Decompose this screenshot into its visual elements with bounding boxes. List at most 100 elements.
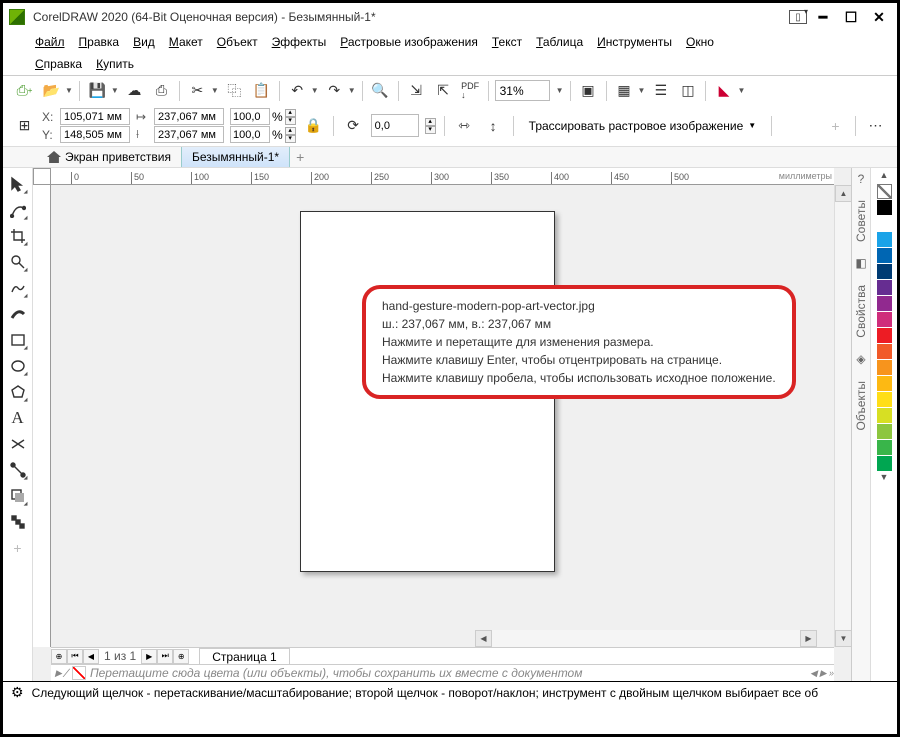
paste-button[interactable]: 📋 <box>250 79 273 102</box>
ruler-horizontal[interactable]: 0 50 100 150 200 250 300 350 400 450 500… <box>51 168 834 185</box>
redo-button[interactable]: ↷ <box>323 79 346 102</box>
pick-tool[interactable] <box>6 172 30 196</box>
scrollbar-vertical[interactable]: ▲ ▼ <box>834 185 851 647</box>
dynamic-guide-button[interactable]: ◫ <box>676 79 699 102</box>
new-button[interactable]: ⎙+ <box>13 79 36 102</box>
import-button[interactable]: ⇲ <box>405 79 428 102</box>
palette-up[interactable]: ▲ <box>880 170 889 184</box>
no-color-swatch[interactable] <box>72 666 86 680</box>
open-button[interactable]: 📂 <box>40 79 63 102</box>
zoom-tool[interactable] <box>6 250 30 274</box>
hints-docker-icon[interactable]: ? <box>855 172 868 185</box>
color-swatch[interactable] <box>877 456 892 471</box>
scale-y-input[interactable] <box>230 126 270 143</box>
mirror-h-button[interactable]: ⇿ <box>453 114 476 137</box>
search-button[interactable]: 🔍 <box>369 79 392 102</box>
color-swatch[interactable] <box>877 360 892 375</box>
objs-docker[interactable]: Объекты <box>854 378 868 434</box>
menu-file[interactable]: Файл <box>29 33 71 51</box>
parallel-dim-tool[interactable] <box>6 432 30 456</box>
crop-tool[interactable] <box>6 224 30 248</box>
lock-ratio-button[interactable]: 🔒 <box>302 114 325 137</box>
no-color[interactable] <box>877 184 892 199</box>
menu-layout[interactable]: Макет <box>163 33 209 51</box>
menu-window[interactable]: Окно <box>680 33 720 51</box>
close-button[interactable]: ✕ <box>867 8 891 26</box>
ellipse-tool[interactable] <box>6 354 30 378</box>
color-swatch[interactable] <box>877 376 892 391</box>
save-button[interactable]: 💾 <box>86 79 109 102</box>
canvas[interactable]: hand-gesture-modern-pop-art-vector.jpg ш… <box>51 185 834 647</box>
color-swatch[interactable] <box>877 200 892 215</box>
color-swatch[interactable] <box>877 264 892 279</box>
menu-help[interactable]: Справка <box>29 55 88 73</box>
color-swatch[interactable] <box>877 232 892 247</box>
x-input[interactable] <box>60 108 130 125</box>
menu-view[interactable]: Вид <box>127 33 161 51</box>
props-docker-icon[interactable]: ◧ <box>855 257 868 270</box>
cut-button[interactable]: ✂ <box>186 79 209 102</box>
menu-object[interactable]: Объект <box>211 33 264 51</box>
color-swatch[interactable] <box>877 248 892 263</box>
palette-down[interactable]: ▼ <box>880 472 889 486</box>
add-button[interactable]: + <box>824 114 847 137</box>
export-button[interactable]: ⇱ <box>432 79 455 102</box>
color-swatch[interactable] <box>877 216 892 231</box>
shape-tool[interactable] <box>6 198 30 222</box>
polygon-tool[interactable] <box>6 380 30 404</box>
tab-welcome[interactable]: Экран приветствия <box>37 147 181 167</box>
document-palette[interactable]: ▶ ∕ Перетащите сюда цвета (или объекты),… <box>51 664 834 681</box>
minimize-button[interactable]: ━ <box>811 8 835 26</box>
color-swatch[interactable] <box>877 312 892 327</box>
color-swatch[interactable] <box>877 408 892 423</box>
objs-docker-icon[interactable]: ◈ <box>855 353 868 366</box>
menu-bitmaps[interactable]: Растровые изображения <box>334 33 484 51</box>
launch-button[interactable]: ◣ <box>712 79 735 102</box>
page-first-button[interactable]: ⏮ <box>67 649 83 664</box>
hscroll-left[interactable]: ◀ <box>475 630 492 647</box>
color-swatch[interactable] <box>877 344 892 359</box>
menu-buy[interactable]: Купить <box>90 55 140 73</box>
rotation-input[interactable] <box>371 114 419 137</box>
snap-button[interactable]: ▦ <box>613 79 636 102</box>
mirror-v-button[interactable]: ↕ <box>482 114 505 137</box>
tab-add-button[interactable]: + <box>290 147 310 167</box>
page-next-button[interactable]: ▶ <box>141 649 157 664</box>
color-swatch[interactable] <box>877 424 892 439</box>
color-swatch[interactable] <box>877 328 892 343</box>
text-tool[interactable]: A <box>6 406 30 430</box>
menu-tools[interactable]: Инструменты <box>591 33 678 51</box>
menu-edit[interactable]: Правка <box>73 33 126 51</box>
freehand-tool[interactable] <box>6 276 30 300</box>
artistic-media-tool[interactable] <box>6 302 30 326</box>
color-swatch[interactable] <box>877 392 892 407</box>
page-tab[interactable]: Страница 1 <box>199 648 289 665</box>
props-docker[interactable]: Свойства <box>854 282 868 341</box>
drop-shadow-tool[interactable] <box>6 484 30 508</box>
page-add-button[interactable]: ⊕ <box>51 649 67 664</box>
color-swatch[interactable] <box>877 280 892 295</box>
toolbox-add-button[interactable]: + <box>6 536 29 559</box>
menu-effects[interactable]: Эффекты <box>266 33 333 51</box>
trace-bitmap-button[interactable]: Трассировать растровое изображение▼ <box>522 115 764 137</box>
ruler-corner[interactable] <box>33 168 51 185</box>
copy-button[interactable]: ⿻ <box>223 79 246 102</box>
rectangle-tool[interactable] <box>6 328 30 352</box>
width-input[interactable] <box>154 108 224 125</box>
connector-tool[interactable] <box>6 458 30 482</box>
guide-button[interactable]: ☰ <box>649 79 672 102</box>
page-prev-button[interactable]: ◀ <box>83 649 99 664</box>
gear-icon[interactable]: ⚙ <box>11 684 24 701</box>
transparency-tool[interactable] <box>6 510 30 534</box>
pdf-button[interactable]: PDF↓ <box>459 79 482 102</box>
color-swatch[interactable] <box>877 296 892 311</box>
y-input[interactable] <box>60 126 130 143</box>
cloud-button[interactable]: ☁ <box>123 79 146 102</box>
page-last-button[interactable]: ⏭ <box>157 649 173 664</box>
options-button[interactable]: ⋯ <box>864 114 887 137</box>
preview-button[interactable]: ▣ <box>577 79 600 102</box>
eyedropper-icon[interactable]: ∕ <box>66 666 68 680</box>
zoom-input[interactable] <box>495 80 550 101</box>
menu-table[interactable]: Таблица <box>530 33 589 51</box>
print-button[interactable]: ⎙ <box>150 79 173 102</box>
